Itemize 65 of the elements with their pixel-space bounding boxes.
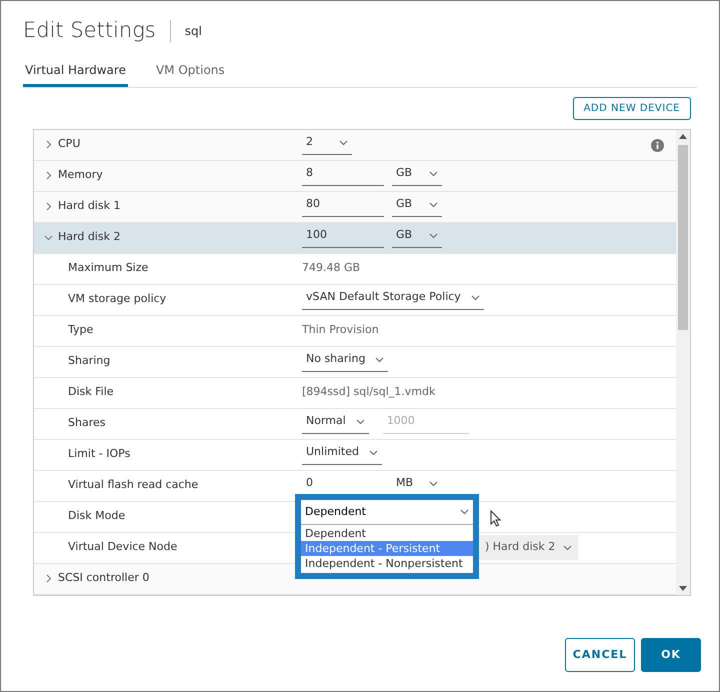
dropdown[interactable]: Unlimited: [302, 444, 382, 465]
caret-icon: [460, 508, 469, 515]
input-field[interactable]: 100: [302, 227, 384, 248]
caret-icon: [429, 480, 438, 486]
input-field[interactable]: 0: [302, 475, 384, 496]
row-label: Type: [68, 322, 94, 338]
device-row[interactable]: Memory 8 GB: [34, 160, 676, 192]
device-row[interactable]: Hard disk 2 100 GB: [34, 222, 676, 254]
row-label: Limit - IOPs: [68, 446, 130, 462]
value-text: [894ssd] sql/sql_1.vmdk: [302, 384, 436, 400]
caret-icon: [429, 170, 438, 176]
mouse-pointer-icon: [490, 510, 501, 526]
row-label: Virtual flash read cache: [68, 477, 198, 494]
caret-icon: [375, 356, 384, 362]
row-label: Sharing: [68, 353, 110, 370]
row-label: SCSI controller 0: [58, 570, 150, 586]
dropdown[interactable]: 2: [302, 134, 352, 155]
dropdown[interactable]: Normal: [302, 413, 369, 434]
caret-icon: [356, 418, 365, 424]
input-field[interactable]: 80: [302, 196, 384, 217]
row-label: Hard disk 2: [58, 229, 120, 246]
row-label: VM storage policy: [68, 291, 166, 308]
dialog-title: Edit Settings: [23, 17, 156, 44]
row-label: Hard disk 1: [58, 198, 120, 214]
vm-name: sql: [184, 22, 202, 40]
scrollbar-thumb[interactable]: [678, 144, 688, 330]
tab[interactable]: Virtual Hardware: [23, 60, 128, 86]
cancel-button[interactable]: CANCEL: [565, 638, 635, 672]
dropdown[interactable]: No sharing: [302, 351, 388, 372]
ok-button[interactable]: OK: [641, 638, 701, 672]
value-text: Thin Provision: [302, 322, 379, 338]
info-icon[interactable]: [651, 138, 664, 152]
device-row[interactable]: CPU 2: [34, 130, 676, 160]
row-label: Memory: [58, 167, 103, 184]
dropdown[interactable]: GB: [392, 227, 442, 248]
chevron-right-icon[interactable]: [44, 202, 53, 211]
add-device-button[interactable]: ADD NEW DEVICE: [572, 96, 691, 120]
caret-icon: [429, 232, 438, 238]
row-label: CPU: [58, 136, 80, 152]
row-label: Disk Mode: [68, 508, 126, 524]
chevron-down-icon[interactable]: [44, 233, 53, 242]
row-label: Virtual Device Node: [68, 539, 178, 556]
caret-icon: [339, 140, 348, 146]
scrollbar[interactable]: [676, 130, 690, 594]
chevron-right-icon[interactable]: [44, 140, 53, 149]
caret-icon: [563, 544, 572, 550]
scroll-up-icon[interactable]: [679, 134, 687, 138]
caret-icon: [368, 450, 378, 456]
dropdown[interactable]: MB: [392, 475, 442, 496]
row-label: Disk File: [68, 384, 114, 400]
dropdown[interactable]: vSAN Default Storage Policy: [302, 289, 484, 310]
caret-icon: [470, 294, 480, 300]
scroll-down-icon[interactable]: [679, 586, 687, 590]
chevron-right-icon[interactable]: [44, 574, 53, 583]
row-label: Shares: [68, 415, 106, 432]
device-row[interactable]: Hard disk 1 80 GB: [34, 192, 676, 222]
dropdown[interactable]: GB: [392, 165, 442, 186]
input-field[interactable]: 8: [302, 165, 384, 186]
row-label: Maximum Size: [68, 260, 148, 276]
dropdown[interactable]: GB: [392, 196, 442, 217]
chevron-right-icon[interactable]: [44, 171, 53, 180]
tab[interactable]: VM Options: [154, 60, 227, 86]
dropdown[interactable]: ) Hard disk 2: [479, 535, 578, 560]
value-text: 749.48 GB: [302, 260, 360, 276]
caret-icon: [429, 202, 438, 208]
